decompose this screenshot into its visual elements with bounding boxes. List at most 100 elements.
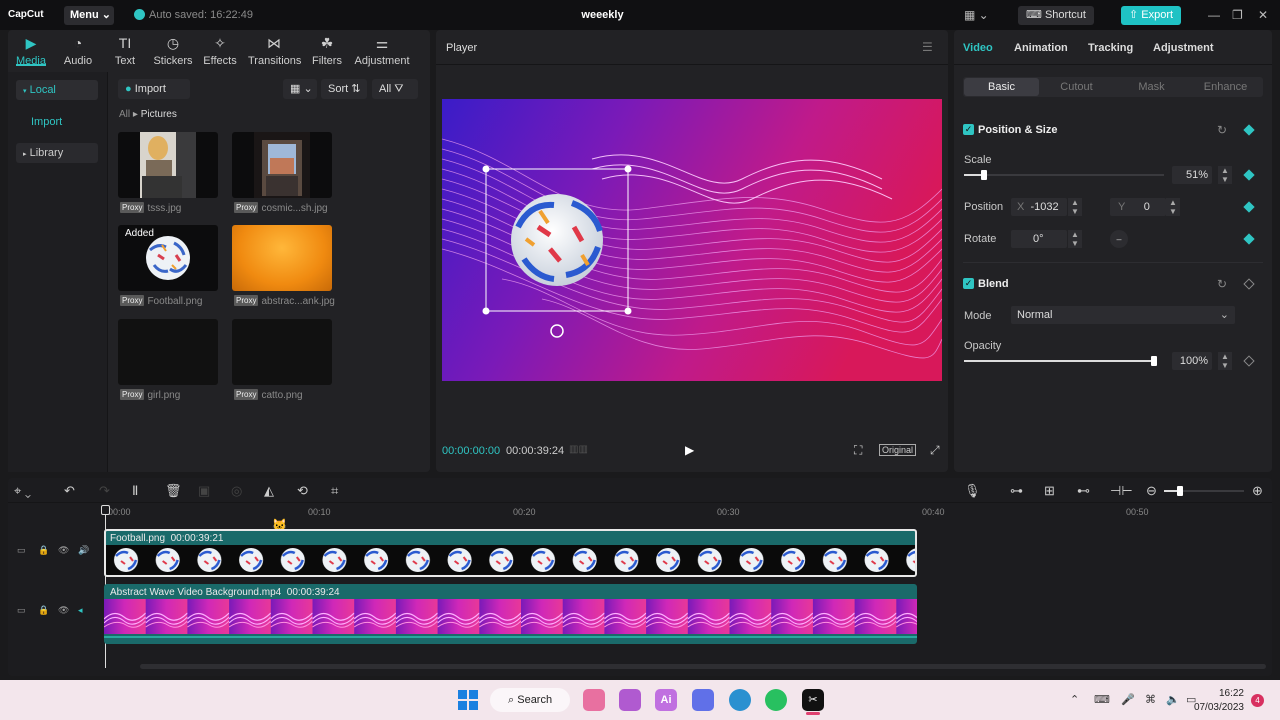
- subtab-basic[interactable]: Basic: [964, 78, 1039, 96]
- opacity-stepper-icon[interactable]: ▲ ▼: [1218, 352, 1232, 370]
- play-icon[interactable]: ▶: [685, 443, 694, 457]
- hamburger-icon[interactable]: ☰: [922, 40, 933, 54]
- taskbar-app-icon[interactable]: [583, 689, 605, 711]
- fullscreen-icon[interactable]: ⤢: [930, 443, 940, 458]
- cover-icon[interactable]: ▭: [17, 545, 26, 556]
- subtab-enhance[interactable]: Enhance: [1188, 78, 1263, 96]
- horizontal-scrollbar[interactable]: [140, 664, 1266, 669]
- windows-start-icon[interactable]: [458, 690, 478, 710]
- redo-icon[interactable]: ↷: [99, 483, 110, 499]
- sidebar-item-library[interactable]: ▸ Library: [16, 143, 98, 163]
- export-button[interactable]: ⇧ Export: [1121, 6, 1181, 25]
- reset-icon[interactable]: ↻: [1217, 123, 1227, 137]
- chain-icon[interactable]: ⊷: [1077, 483, 1090, 499]
- position-size-checkbox[interactable]: ✓: [963, 124, 974, 135]
- background-video-clip[interactable]: Abstract Wave Video Background.mp4 00:00…: [104, 584, 917, 644]
- media-thumb-football[interactable]: Added: [118, 225, 218, 291]
- minimize-icon[interactable]: —: [1208, 8, 1220, 22]
- football-clip[interactable]: Football.png 00:00:39:21: [104, 529, 917, 577]
- rotate-dial-icon[interactable]: –: [1110, 230, 1128, 248]
- position-y-input[interactable]: Y 0: [1110, 198, 1166, 216]
- clock-time[interactable]: 16:22: [1208, 688, 1244, 699]
- y-stepper-icon[interactable]: ▲ ▼: [1166, 198, 1180, 216]
- x-stepper-icon[interactable]: ▲ ▼: [1068, 198, 1082, 216]
- zoom-slider-handle[interactable]: [1177, 486, 1183, 496]
- subtab-mask[interactable]: Mask: [1114, 78, 1189, 96]
- tab-adjustment-inspector[interactable]: Adjustment: [1153, 42, 1214, 54]
- taskbar-edge-icon[interactable]: [729, 689, 751, 711]
- notification-badge[interactable]: 4: [1251, 694, 1264, 707]
- select-cursor-icon[interactable]: ⌖ ⌄: [14, 483, 31, 499]
- view-toggle[interactable]: ▦ ⌄: [283, 79, 317, 99]
- crop-icon[interactable]: ⌗: [331, 483, 338, 499]
- import-button[interactable]: ● Import: [118, 79, 190, 99]
- layout-icon[interactable]: ▦ ⌄: [964, 8, 990, 22]
- maximize-icon[interactable]: ❐: [1232, 8, 1243, 22]
- rotate-stepper-icon[interactable]: ▲ ▼: [1068, 230, 1082, 248]
- preview-canvas[interactable]: [442, 99, 942, 381]
- speaker-icon[interactable]: ◂: [78, 605, 83, 616]
- close-icon[interactable]: ✕: [1258, 8, 1268, 22]
- taskbar-ai-icon[interactable]: Ai: [655, 689, 677, 711]
- menu-button[interactable]: Menu ⌄: [64, 6, 114, 25]
- split-icon[interactable]: Ⅱ: [132, 483, 138, 499]
- lock-icon[interactable]: 🔒: [38, 605, 49, 616]
- sidebar-item-import[interactable]: Import: [16, 112, 98, 132]
- opacity-input[interactable]: 100%: [1172, 352, 1212, 370]
- tab-audio[interactable]: ◔ Audio: [52, 34, 104, 67]
- snap-icon[interactable]: ⊞: [1044, 483, 1055, 499]
- media-thumb-girl[interactable]: [118, 319, 218, 385]
- taskbar-capcut-icon[interactable]: ✂: [802, 689, 824, 711]
- playhead-handle[interactable]: [101, 505, 110, 515]
- sort-button[interactable]: Sort ⇅: [321, 79, 367, 99]
- rotate-input[interactable]: 0°: [1011, 230, 1067, 248]
- media-thumb-abstract[interactable]: [232, 225, 332, 291]
- scale-stepper-icon[interactable]: ▲ ▼: [1218, 166, 1232, 184]
- zoom-fit-icon[interactable]: ⛶: [854, 443, 862, 458]
- link-icon[interactable]: ⊶: [1010, 483, 1023, 499]
- reverse-icon[interactable]: ◎: [231, 483, 242, 499]
- blend-checkbox[interactable]: ✓: [963, 278, 974, 289]
- media-thumb-tsss[interactable]: [118, 132, 218, 198]
- tab-filters[interactable]: ☘ Filters: [301, 34, 353, 67]
- breadcrumb-root[interactable]: All: [119, 109, 130, 120]
- media-thumb-cosmic[interactable]: [232, 132, 332, 198]
- reset-icon[interactable]: ↻: [1217, 277, 1227, 291]
- tab-stickers[interactable]: ◷ Stickers: [147, 34, 199, 67]
- rotate-icon[interactable]: ⟲: [297, 483, 308, 499]
- shortcut-button[interactable]: ⌨ Shortcut: [1018, 6, 1094, 25]
- taskbar-whatsapp-icon[interactable]: [765, 689, 787, 711]
- tray-chevron-icon[interactable]: ⌃: [1070, 693, 1079, 706]
- scale-slider-handle[interactable]: [981, 170, 988, 180]
- preview-axis-icon[interactable]: ⊣⊢: [1110, 483, 1133, 499]
- opacity-slider-handle[interactable]: [1151, 356, 1157, 366]
- mode-select[interactable]: Normal ⌄: [1011, 306, 1235, 324]
- scale-input[interactable]: 51%: [1172, 166, 1212, 184]
- taskbar-discord-icon[interactable]: [692, 689, 714, 711]
- freeze-icon[interactable]: ▣: [198, 483, 210, 499]
- scale-slider[interactable]: [964, 174, 1164, 176]
- tray-wifi-icon[interactable]: ⌘: [1145, 693, 1156, 706]
- tab-text[interactable]: TI Text: [99, 34, 151, 67]
- undo-icon[interactable]: ↶: [64, 483, 75, 499]
- filter-button[interactable]: All ⛛: [372, 79, 418, 99]
- audio-mute-icon[interactable]: 🔊: [78, 545, 89, 556]
- tray-keyboard-icon[interactable]: ⌨: [1094, 693, 1110, 706]
- tab-media[interactable]: ▶ Media: [5, 34, 57, 67]
- tab-video[interactable]: Video: [963, 42, 993, 54]
- taskbar-app-icon[interactable]: [619, 689, 641, 711]
- lock-icon[interactable]: 🔒: [38, 545, 49, 556]
- clock-date[interactable]: 07/03/2023: [1190, 702, 1244, 713]
- eye-icon[interactable]: 👁: [58, 605, 69, 616]
- cover-icon[interactable]: ▭: [17, 605, 26, 616]
- tab-tracking[interactable]: Tracking: [1088, 42, 1133, 54]
- zoom-out-icon[interactable]: ⊖: [1146, 483, 1157, 499]
- sidebar-item-local[interactable]: ▾ Local: [16, 80, 98, 100]
- timecode-grid-icon[interactable]: ▥▥: [569, 444, 588, 455]
- media-thumb-catto[interactable]: [232, 319, 332, 385]
- tab-transitions[interactable]: ⋈ Transitions: [248, 34, 301, 67]
- tab-adjustment[interactable]: ⚌ Adjustment: [353, 34, 411, 67]
- microphone-icon[interactable]: 🎙: [964, 483, 981, 499]
- tray-mic-icon[interactable]: 🎤: [1121, 693, 1135, 706]
- tray-volume-icon[interactable]: 🔈: [1166, 693, 1180, 706]
